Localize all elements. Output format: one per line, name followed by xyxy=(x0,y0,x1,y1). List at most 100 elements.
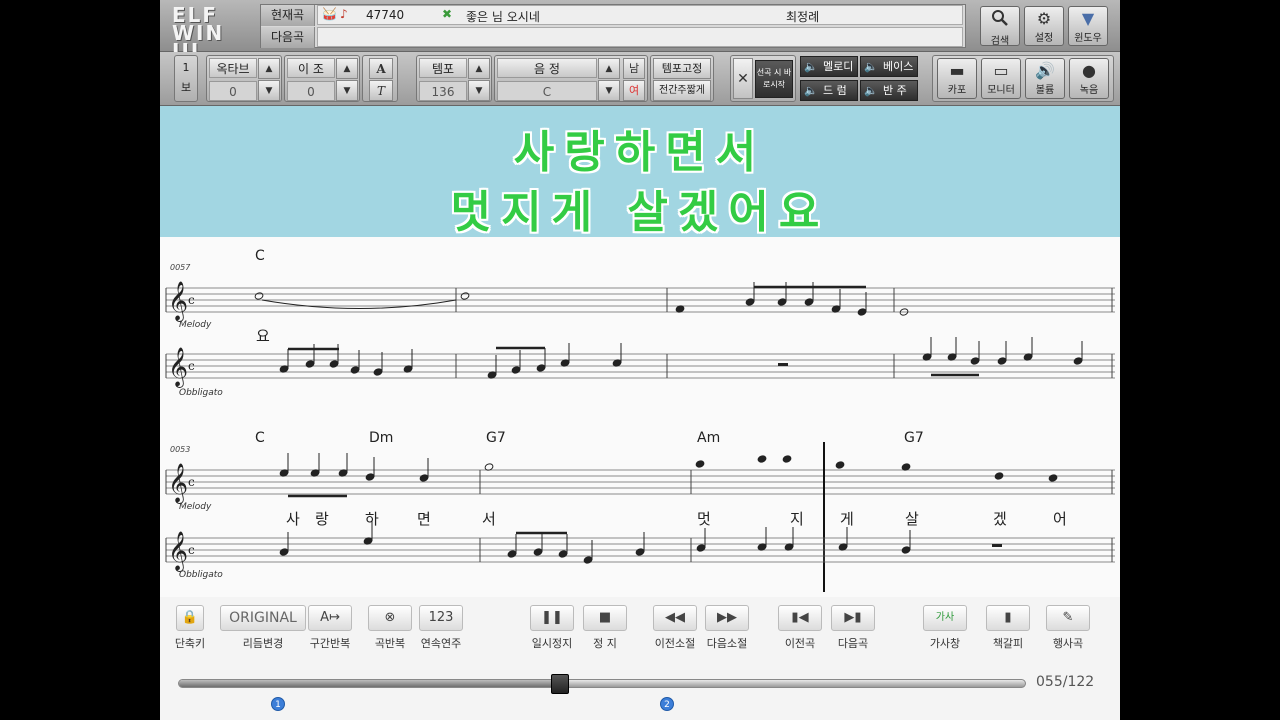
capo-button[interactable]: ▬ 카포 xyxy=(937,58,977,99)
utility-buttons: ▬ 카포 ▭ 모니터 🔊 볼륨 ● 녹음 xyxy=(932,55,1114,102)
system2-measure-number: 0053 xyxy=(170,445,191,454)
tempo-control: 템포 136 ▲ ▼ xyxy=(416,55,492,102)
progress-marker-1[interactable]: 1 xyxy=(271,697,285,711)
key-down-button[interactable]: ▼ xyxy=(598,80,620,101)
original-button[interactable]: ORIGINAL 리듬변경 xyxy=(217,605,309,651)
lyric-syllable: 면 xyxy=(417,510,431,528)
system2-chord-3: G7 xyxy=(486,430,506,446)
lyric-syllable: 랑 xyxy=(315,510,329,528)
progress-marker-2[interactable]: 2 xyxy=(660,697,674,711)
transpose-value: 0 xyxy=(287,81,335,101)
bass-mix-button[interactable]: 🔈 베이스 xyxy=(860,56,918,77)
fast-forward-label: 다음소절 xyxy=(706,637,748,650)
lyric-syllable: 지 xyxy=(790,510,804,528)
pause-button[interactable]: ❚❚ 일시정지 xyxy=(522,605,582,651)
continuous-play-button[interactable]: 123 연속연주 xyxy=(411,605,471,651)
note-head xyxy=(1073,357,1083,365)
transpose-down-button[interactable]: ▼ xyxy=(336,80,358,101)
select-start-button[interactable]: 선곡 시 바로시작 xyxy=(755,60,793,98)
interlude-skip-button[interactable]: 전간주짧게 xyxy=(653,80,711,101)
tie-arc xyxy=(261,299,457,309)
progress-fill xyxy=(179,680,561,687)
note-head xyxy=(857,308,867,316)
octave-down-button[interactable]: ▼ xyxy=(258,80,280,101)
current-song-number: 47740 xyxy=(366,8,405,22)
previous-track-button[interactable]: ▮◀ 이전곡 xyxy=(770,605,830,651)
note-head xyxy=(279,548,289,556)
treble-clef-icon: 𝄞 xyxy=(168,347,188,388)
gender-female-button[interactable]: 여 xyxy=(623,80,645,101)
note-head xyxy=(994,472,1004,480)
time-signature-icon: c xyxy=(188,359,195,373)
search-button[interactable]: 검색 xyxy=(980,6,1020,47)
next-track-label: 다음곡 xyxy=(837,637,869,650)
bookmark-label: 책갈피 xyxy=(992,637,1024,650)
speaker-icon: 🔈 xyxy=(804,60,818,73)
event-song-label: 행사곡 xyxy=(1052,637,1084,650)
font-italic-button[interactable]: T xyxy=(369,80,393,101)
stop-button[interactable]: ■ 정 지 xyxy=(575,605,635,651)
part-selector[interactable]: 1 보 xyxy=(174,55,198,102)
section-repeat-label: 구간반복 xyxy=(309,637,351,650)
note-head xyxy=(507,550,517,558)
window-icon: ▼ xyxy=(1081,9,1095,28)
octave-up-button[interactable]: ▲ xyxy=(258,58,280,79)
settings-button[interactable]: ⚙ 설정 xyxy=(1024,6,1064,46)
accompaniment-mix-button[interactable]: 🔈 반 주 xyxy=(860,80,918,101)
melody-mix-label: 멜로디 xyxy=(823,60,854,73)
key-up-button[interactable]: ▲ xyxy=(598,58,620,79)
gender-male-button[interactable]: 남 xyxy=(623,58,645,79)
monitor-label: 모니터 xyxy=(987,85,1015,96)
note-head xyxy=(329,360,339,368)
transpose-control: 이 조 0 ▲ ▼ xyxy=(284,55,360,102)
system1-melody-label: Melody xyxy=(179,320,212,330)
next-track-icon: ▶▮ xyxy=(831,605,875,631)
lyrics-window-button[interactable]: 가사 가사창 xyxy=(915,605,975,651)
record-button[interactable]: ● 녹음 xyxy=(1069,58,1109,99)
lock-button[interactable]: 🔒 단축키 xyxy=(160,605,220,651)
drum-mix-button[interactable]: 🔈 드 럼 xyxy=(800,80,858,101)
note-head xyxy=(536,364,546,372)
note-head xyxy=(533,548,543,556)
next-track-button[interactable]: ▶▮ 다음곡 xyxy=(823,605,883,651)
treble-clef-icon: 𝄞 xyxy=(168,531,188,572)
progress-bar[interactable] xyxy=(178,674,1026,694)
score-canvas: 𝄞 c𝄞 c𝄞 c𝄞 c xyxy=(165,281,1115,592)
volume-icon: 🔊 xyxy=(1035,61,1055,80)
window-button[interactable]: ▼ 윈도우 xyxy=(1068,6,1108,46)
tempo-value: 136 xyxy=(419,81,467,101)
search-button-label: 검색 xyxy=(990,36,1010,47)
select-start-control: ✕ 선곡 시 바로시작 xyxy=(730,55,796,102)
fast-forward-button[interactable]: ▶▶ 다음소절 xyxy=(697,605,757,651)
treble-clef-icon: 𝄞 xyxy=(168,463,188,504)
next-song-label: 다음곡 xyxy=(261,27,315,48)
capo-icon: ▬ xyxy=(949,61,965,80)
rewind-button[interactable]: ◀◀ 이전소절 xyxy=(645,605,705,651)
system2-chord-2: Dm xyxy=(369,430,394,446)
close-icon[interactable]: ✕ xyxy=(733,58,753,99)
dance-icon: ✖ xyxy=(442,7,453,21)
bookmark-button[interactable]: ▮ 책갈피 xyxy=(978,605,1038,651)
note-head xyxy=(695,460,705,468)
current-song-label: 현재곡 xyxy=(261,5,315,26)
monitor-button[interactable]: ▭ 모니터 xyxy=(981,58,1021,99)
pause-icon: ❚❚ xyxy=(530,605,574,631)
system2-obbligato-label: Obbligato xyxy=(179,570,223,580)
font-bold-button[interactable]: A xyxy=(369,58,393,79)
melody-mix-button[interactable]: 🔈 멜로디 xyxy=(800,56,858,77)
gear-icon: ⚙ xyxy=(1036,9,1052,28)
note-head xyxy=(901,546,911,554)
tempo-fix-button[interactable]: 템포고정 xyxy=(653,58,711,79)
transpose-up-button[interactable]: ▲ xyxy=(336,58,358,79)
system2-chord-5: G7 xyxy=(904,430,924,446)
tempo-down-button[interactable]: ▼ xyxy=(468,80,490,101)
event-song-button[interactable]: ✎ 행사곡 xyxy=(1038,605,1098,651)
tempo-up-button[interactable]: ▲ xyxy=(468,58,490,79)
original-label: 리듬변경 xyxy=(242,637,284,650)
system2-chord-4: Am xyxy=(697,430,721,446)
progress-thumb[interactable] xyxy=(551,674,570,694)
section-repeat-button[interactable]: A↦ 구간반복 xyxy=(300,605,360,651)
lyric-syllable: 하 xyxy=(365,510,379,528)
key-value: C xyxy=(497,81,597,101)
volume-button[interactable]: 🔊 볼륨 xyxy=(1025,58,1065,99)
